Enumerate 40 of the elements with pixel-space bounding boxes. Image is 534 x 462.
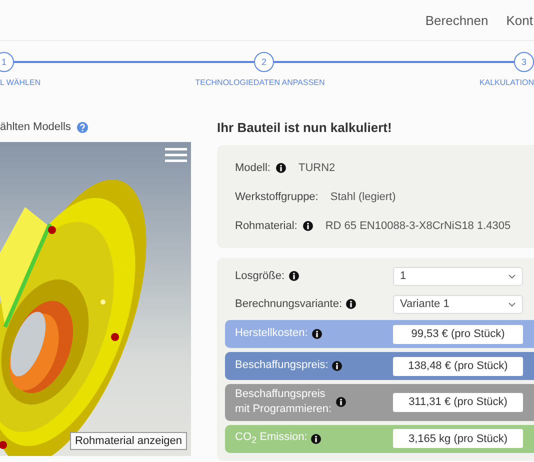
cost-label: Herstellkosten: <box>235 326 308 342</box>
info-icon[interactable] <box>312 328 322 339</box>
field-label: Berechnungsvariante: <box>235 298 342 310</box>
info-icon[interactable] <box>332 360 342 371</box>
field-value: RD 65 EN10088-3-X8CrNiS18 1.4305 <box>325 220 511 232</box>
menu-icon[interactable] <box>165 148 187 162</box>
result-title: Ihr Bauteil ist nun kalkuliert! <box>217 118 393 136</box>
field-label: Modell: <box>235 162 270 174</box>
field-label: Losgröße: <box>235 270 285 282</box>
nav-link[interactable]: Berechnen <box>425 12 488 28</box>
info-icon[interactable] <box>336 397 346 408</box>
info-icon[interactable] <box>276 162 286 172</box>
cost-value: 311,31 € (pro Stück) <box>393 392 523 412</box>
step-circle[interactable]: 3 <box>514 52 534 72</box>
show-raw-material-button[interactable]: Rohmaterial anzeigen <box>70 432 187 450</box>
cost-value: 138,48 € (pro Stück) <box>393 356 523 376</box>
dropdown[interactable]: 1 <box>393 266 523 286</box>
cost-value: 3,165 kg (pro Stück) <box>393 429 523 448</box>
step-circle[interactable]: 1 <box>0 52 14 72</box>
field-label: Rohmaterial: <box>235 220 298 232</box>
info-icon[interactable] <box>303 220 314 230</box>
dropdown[interactable]: Variante 1 <box>393 294 523 314</box>
info-icon[interactable] <box>346 299 356 309</box>
field-value: Stahl (legiert) <box>330 190 396 202</box>
field-label: Werkstoffgruppe: <box>235 190 318 202</box>
cost-value: 99,53 € (pro Stück) <box>393 324 523 344</box>
section-title: ählten Modells <box>0 121 71 133</box>
nav-link[interactable]: Kont <box>506 12 533 28</box>
step-circle[interactable]: 2 <box>254 52 274 72</box>
model-viewer[interactable]: Rohmaterial anzeigen <box>0 142 191 456</box>
cost-label: Beschaffungspreis mit Programmieren: <box>235 387 332 418</box>
step-label[interactable]: TECHNOLOGIEDATEN ANPASSEN <box>195 78 325 87</box>
chevron-down-icon <box>508 274 516 278</box>
help-icon[interactable] <box>76 122 88 132</box>
chevron-down-icon <box>508 302 516 306</box>
cost-label: CO$_{2}$ Emission: <box>235 430 308 448</box>
cost-label: Beschaffungspreis: <box>235 358 328 374</box>
info-icon[interactable] <box>288 271 299 281</box>
field-value: TURN2 <box>298 162 336 174</box>
info-icon[interactable] <box>311 434 322 444</box>
